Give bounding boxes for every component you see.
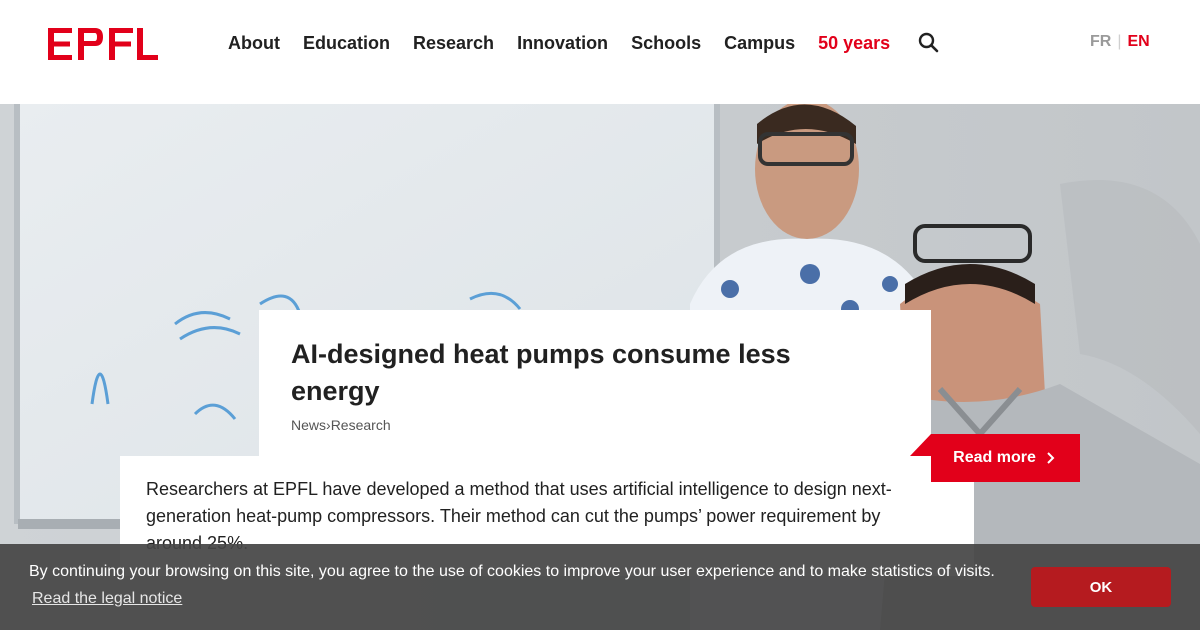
breadcrumb: News›Research	[291, 417, 391, 433]
read-more-button[interactable]: Read more	[931, 434, 1080, 482]
nav-item-innovation[interactable]: Innovation	[517, 30, 608, 56]
nav-item-campus[interactable]: Campus	[724, 30, 795, 56]
cookie-message: By continuing your browsing on this site…	[29, 563, 995, 580]
cookie-banner: By continuing your browsing on this site…	[0, 544, 1200, 630]
hero-title-card: AI-designed heat pumps consume less ener…	[259, 310, 931, 458]
nav-item-research[interactable]: Research	[413, 30, 494, 56]
epfl-logo[interactable]	[48, 28, 158, 60]
legal-notice-link[interactable]: Read the legal notice	[32, 590, 182, 608]
breadcrumb-news[interactable]: News	[291, 417, 326, 433]
main-nav: About Education Research Innovation Scho…	[228, 30, 913, 56]
nav-item-about[interactable]: About	[228, 30, 280, 56]
lang-fr-link[interactable]: FR	[1090, 33, 1111, 51]
nav-item-schools[interactable]: Schools	[631, 30, 701, 56]
site-header: About Education Research Innovation Scho…	[0, 0, 1200, 104]
lang-separator: |	[1117, 33, 1122, 50]
lang-en-link[interactable]: EN	[1127, 33, 1149, 51]
read-more-corner	[910, 434, 931, 456]
nav-item-50-years[interactable]: 50 years	[818, 30, 890, 56]
nav-item-education[interactable]: Education	[303, 30, 390, 56]
hero-title[interactable]: AI-designed heat pumps consume less ener…	[291, 336, 851, 410]
chevron-right-icon	[1047, 452, 1055, 464]
search-icon[interactable]	[918, 32, 940, 54]
cookie-ok-button[interactable]: OK	[1031, 567, 1171, 607]
read-more-label: Read more	[953, 449, 1036, 466]
language-switcher: FR | EN	[1090, 33, 1150, 51]
breadcrumb-research[interactable]: Research	[331, 417, 391, 433]
